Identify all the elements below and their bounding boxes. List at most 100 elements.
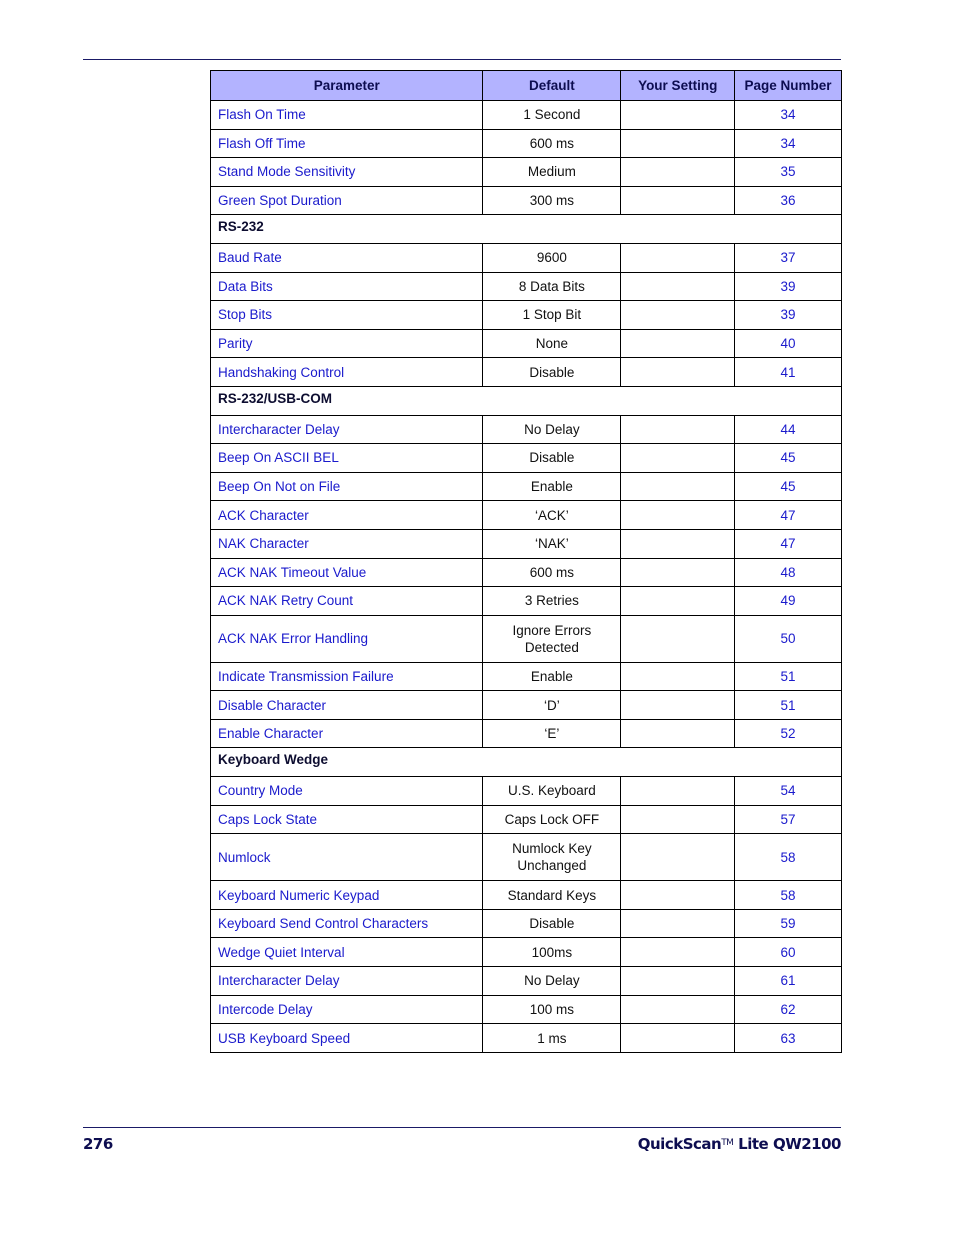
table-row: Wedge Quiet Interval 100ms 60 — [209, 937, 842, 968]
page-number-link[interactable]: 51 — [734, 690, 842, 720]
parameter-link[interactable]: Keyboard Numeric Keypad — [209, 880, 484, 910]
table-row: ACK Character ‘ACK’ 47 — [209, 500, 842, 530]
page-number-link[interactable]: 47 — [734, 500, 842, 530]
page-number: 276 — [83, 1135, 113, 1153]
your-setting-cell — [620, 471, 736, 502]
your-setting-cell — [620, 128, 736, 159]
parameter-link[interactable]: Intercharacter Delay — [209, 966, 484, 996]
page-number-link[interactable]: 45 — [734, 443, 842, 473]
default-value: Ignore Errors Detected — [482, 614, 622, 663]
page-number-link[interactable]: 34 — [734, 128, 842, 159]
section-header-row: Keyboard Wedge — [210, 747, 842, 778]
page-number-link[interactable]: 44 — [734, 414, 842, 445]
parameter-link[interactable]: Disable Character — [209, 690, 484, 720]
page-number-link[interactable]: 51 — [734, 661, 842, 692]
table-row: Handshaking Control Disable 41 — [209, 357, 842, 387]
page-number-link[interactable]: 57 — [734, 804, 842, 835]
parameter-link[interactable]: USB Keyboard Speed — [209, 1023, 484, 1053]
table-row: Keyboard Send Control Characters Disable 5… — [209, 908, 842, 939]
your-setting-cell — [620, 937, 736, 968]
parameter-link[interactable]: Keyboard Send Control Characters — [209, 908, 484, 939]
your-setting-cell — [620, 500, 736, 530]
table-row: ACK NAK Retry Count 3 Retries 49 — [209, 586, 842, 616]
parameter-link[interactable]: Intercharacter Delay — [209, 414, 484, 445]
parameter-link[interactable]: Beep On Not on File — [209, 471, 484, 502]
page-number-link[interactable]: 36 — [734, 185, 842, 216]
parameter-link[interactable]: ACK Character — [209, 500, 484, 530]
parameter-link[interactable]: Flash Off Time — [209, 128, 484, 159]
parameter-link[interactable]: Handshaking Control — [209, 357, 484, 387]
page-number-link[interactable]: 62 — [734, 994, 842, 1025]
page-number-link[interactable]: 35 — [734, 157, 842, 187]
table-row: Stop Bits 1 Stop Bit 39 — [209, 300, 842, 330]
parameter-link[interactable]: Country Mode — [209, 776, 484, 806]
parameter-link[interactable]: ACK NAK Timeout Value — [209, 557, 484, 588]
page-number-link[interactable]: 41 — [734, 357, 842, 387]
page-number-link[interactable]: 61 — [734, 966, 842, 996]
page-number-link[interactable]: 63 — [734, 1023, 842, 1053]
table-row: Intercharacter Delay No Delay 61 — [209, 966, 842, 996]
default-value: Medium — [482, 157, 622, 187]
your-setting-cell — [620, 776, 736, 806]
default-value: 8 Data Bits — [482, 271, 622, 302]
default-value: Enable — [482, 661, 622, 692]
page-number-link[interactable]: 39 — [734, 300, 842, 330]
table-row: Flash Off Time 600 ms 34 — [209, 128, 842, 159]
page-number-link[interactable]: 47 — [734, 528, 842, 559]
default-value: Caps Lock OFF — [482, 804, 622, 835]
your-setting-cell — [620, 100, 736, 130]
section-title: Keyboard Wedge — [210, 747, 842, 778]
header-rule — [83, 59, 841, 60]
your-setting-cell — [620, 328, 736, 359]
page-number-link[interactable]: 40 — [734, 328, 842, 359]
page-number-link[interactable]: 59 — [734, 908, 842, 939]
table-body: Flash On Time 1 Second 34 Flash Off Time 600… — [209, 100, 842, 1053]
parameter-link[interactable]: Wedge Quiet Interval — [209, 937, 484, 968]
default-value: 3 Retries — [482, 586, 622, 616]
your-setting-cell — [620, 185, 736, 216]
page-number-link[interactable]: 37 — [734, 242, 842, 273]
parameter-link[interactable]: Beep On ASCII BEL — [209, 443, 484, 473]
your-setting-cell — [620, 528, 736, 559]
parameter-link[interactable]: NAK Character — [209, 528, 484, 559]
table-row: Flash On Time 1 Second 34 — [209, 100, 842, 130]
parameter-link[interactable]: Stand Mode Sensitivity — [209, 157, 484, 187]
page-number-link[interactable]: 48 — [734, 557, 842, 588]
page-number-link[interactable]: 54 — [734, 776, 842, 806]
page-number-link[interactable]: 39 — [734, 271, 842, 302]
parameter-link[interactable]: Parity — [209, 328, 484, 359]
parameter-link[interactable]: ACK NAK Error Handling — [209, 614, 484, 663]
page-number-link[interactable]: 58 — [734, 833, 842, 882]
parameter-link[interactable]: Data Bits — [209, 271, 484, 302]
page-number-link[interactable]: 60 — [734, 937, 842, 968]
default-value: Standard Keys — [482, 880, 622, 910]
default-value: ‘ACK’ — [482, 500, 622, 530]
page-number-link[interactable]: 50 — [734, 614, 842, 663]
table-row: Disable Character ‘D’ 51 — [209, 690, 842, 720]
page-number-link[interactable]: 52 — [734, 718, 842, 749]
page-number-link[interactable]: 45 — [734, 471, 842, 502]
table-row: Baud Rate 9600 37 — [209, 242, 842, 273]
parameter-link[interactable]: ACK NAK Retry Count — [209, 586, 484, 616]
page-number-link[interactable]: 34 — [734, 100, 842, 130]
parameter-link[interactable]: Green Spot Duration — [209, 185, 484, 216]
parameter-link[interactable]: Enable Character — [209, 718, 484, 749]
your-setting-cell — [620, 661, 736, 692]
your-setting-cell — [620, 300, 736, 330]
default-value: 1 Second — [482, 100, 622, 130]
table-row: Stand Mode Sensitivity Medium 35 — [209, 157, 842, 187]
table-row: Indicate Transmission Failure Enable 51 — [209, 661, 842, 692]
parameter-link[interactable]: Numlock — [209, 833, 484, 882]
page-number-link[interactable]: 58 — [734, 880, 842, 910]
parameter-link[interactable]: Indicate Transmission Failure — [209, 661, 484, 692]
parameter-link[interactable]: Intercode Delay — [209, 994, 484, 1025]
parameter-link[interactable]: Baud Rate — [209, 242, 484, 273]
page-number-link[interactable]: 49 — [734, 586, 842, 616]
table-row: Enable Character ‘E’ 52 — [209, 718, 842, 749]
your-setting-cell — [620, 586, 736, 616]
parameter-link[interactable]: Caps Lock State — [209, 804, 484, 835]
your-setting-cell — [620, 557, 736, 588]
parameter-link[interactable]: Flash On Time — [209, 100, 484, 130]
parameter-link[interactable]: Stop Bits — [209, 300, 484, 330]
section-title: RS-232/USB-COM — [210, 385, 842, 416]
